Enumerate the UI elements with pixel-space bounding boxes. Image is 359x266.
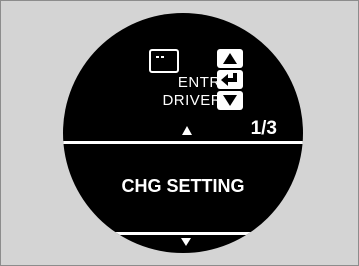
page-indicator: 1/3 bbox=[250, 118, 277, 139]
enter-return-icon bbox=[221, 73, 237, 86]
page-row: 1/3 bbox=[63, 115, 303, 139]
scroll-up-button[interactable] bbox=[217, 49, 243, 68]
scroll-down-button[interactable] bbox=[217, 91, 243, 110]
enter-button[interactable] bbox=[217, 70, 243, 89]
key-card-icon bbox=[149, 49, 179, 73]
triangle-down-icon bbox=[223, 95, 237, 106]
scroll-up-indicator-icon bbox=[182, 126, 192, 135]
round-display: ENTRY DRIVER1 1/3 CHG SETTING bbox=[63, 13, 303, 253]
bottom-divider bbox=[63, 232, 303, 235]
scroll-down-indicator-icon bbox=[181, 238, 191, 246]
menu-item-label[interactable]: CHG SETTING bbox=[63, 176, 303, 196]
screen-frame: ENTRY DRIVER1 1/3 CHG SETTING bbox=[0, 0, 359, 266]
divider bbox=[63, 141, 303, 144]
triangle-up-icon bbox=[223, 53, 237, 64]
